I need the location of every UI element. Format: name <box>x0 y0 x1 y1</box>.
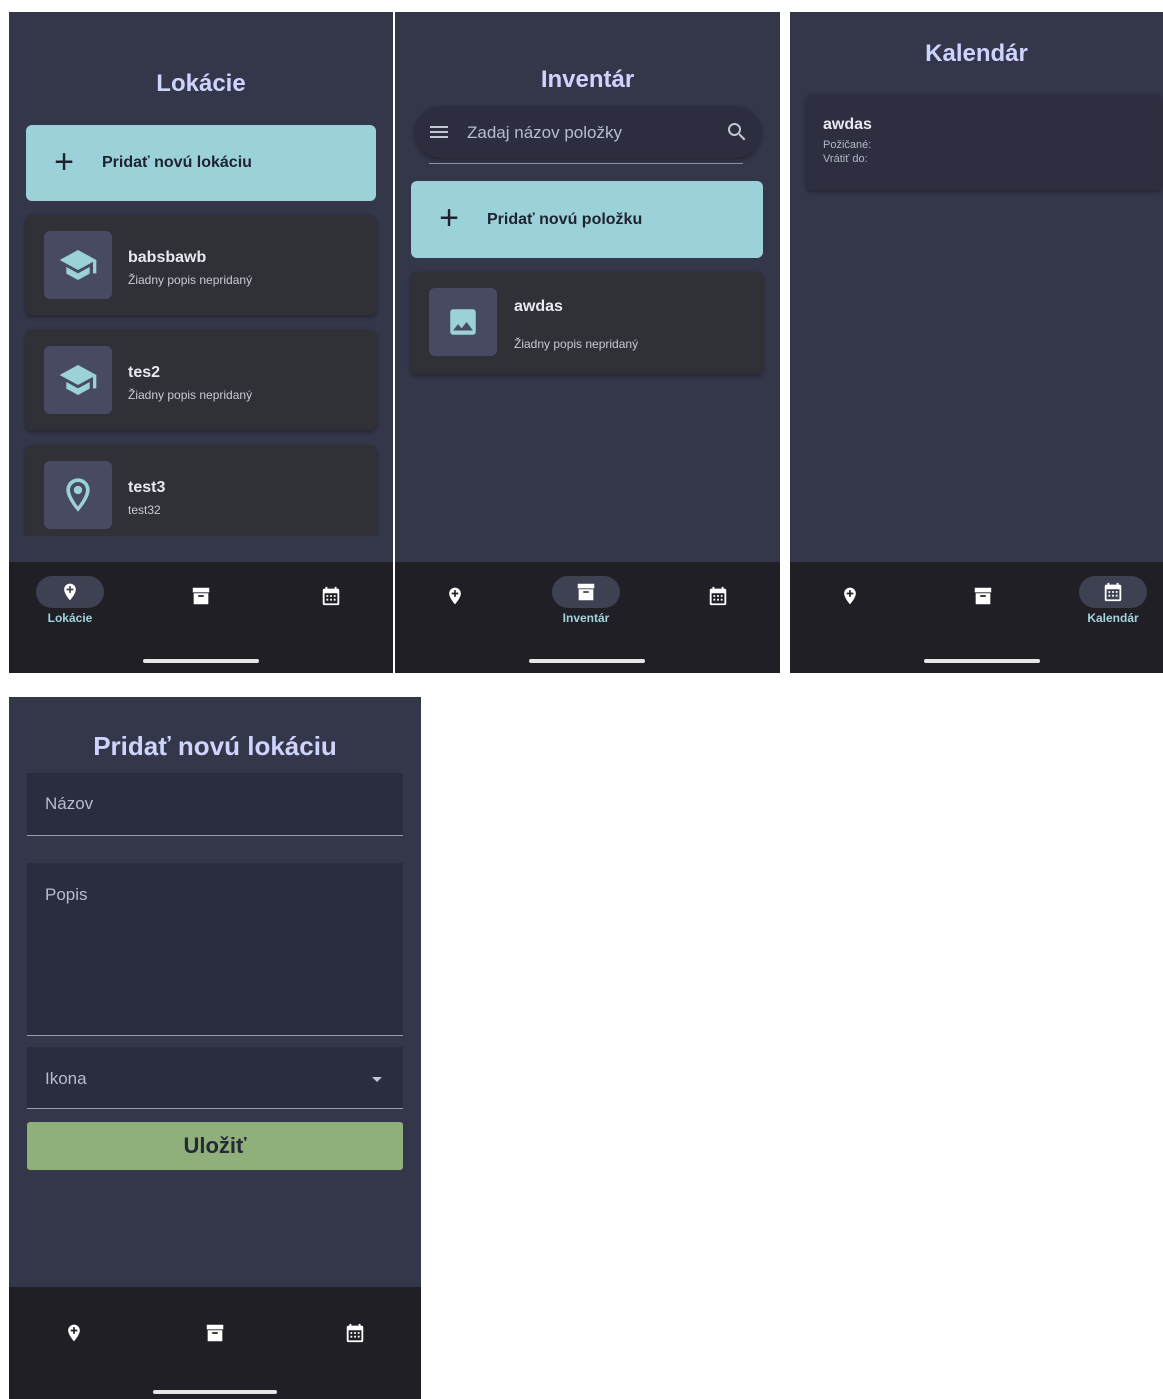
add-location-icon <box>449 587 461 605</box>
nav-inventory[interactable] <box>181 1317 249 1349</box>
nav-calendar[interactable]: Kalendár <box>1079 576 1147 625</box>
calendar-icon <box>346 1323 364 1343</box>
location-description: Žiadny popis nepridaný <box>128 273 253 287</box>
school-icon <box>44 231 112 299</box>
add-location-icon <box>64 583 76 601</box>
plus-icon: + <box>439 199 459 237</box>
location-name: babsbawb <box>128 249 207 266</box>
bottom-navbar: Inventár <box>395 562 780 673</box>
location-name: tes2 <box>128 364 161 381</box>
description-field-label: Popis <box>45 885 88 904</box>
borrowed-label: Požičané: <box>823 139 872 151</box>
location-pin-icon <box>44 461 112 529</box>
page-title: Lokácie <box>156 70 246 97</box>
search-icon[interactable] <box>725 120 749 144</box>
nav-inventory-label: Inventár <box>562 611 610 625</box>
nav-inventory-pill <box>552 576 620 608</box>
name-field[interactable]: Názov <box>27 773 403 836</box>
nav-locations-pill <box>40 1317 108 1349</box>
icon-select-label: Ikona <box>45 1069 87 1088</box>
nav-inventory[interactable]: Inventár <box>552 576 620 625</box>
school-icon <box>44 346 112 414</box>
nav-inventory-pill <box>167 580 235 612</box>
calendar-icon <box>322 586 340 606</box>
page-title: Kalendár <box>925 40 1028 67</box>
nav-inventory[interactable] <box>167 580 235 612</box>
plus-icon: + <box>54 142 74 181</box>
archive-icon <box>206 1324 224 1342</box>
nav-locations-pill <box>816 580 884 612</box>
name-field-label: Názov <box>45 794 94 813</box>
location-name: test3 <box>128 479 166 496</box>
nav-locations-label: Lokácie <box>47 611 93 625</box>
calendar-screen: Kalendár awdas Požičané: Vrátiť do: Kale… <box>790 12 1163 673</box>
icon-select[interactable]: Ikona <box>27 1047 403 1109</box>
nav-calendar-pill <box>684 580 752 612</box>
inventory-card-awdas[interactable]: awdas Žiadny popis nepridaný <box>411 272 763 374</box>
bottom-navbar: Kalendár <box>790 562 1163 673</box>
location-description: test32 <box>128 503 161 517</box>
home-indicator[interactable] <box>924 659 1040 663</box>
description-field[interactable]: Popis <box>27 863 403 1036</box>
search-underline <box>429 163 743 164</box>
home-indicator[interactable] <box>143 659 259 663</box>
nav-calendar[interactable] <box>684 580 752 612</box>
save-button[interactable]: Uložiť <box>27 1122 403 1170</box>
return-label: Vrátiť do: <box>823 153 868 165</box>
page-title: Pridať novú lokáciu <box>93 731 337 761</box>
locations-screen: Lokácie + Pridať novú lokáciu babsbawb Ž… <box>9 12 393 673</box>
location-card-babsbawb[interactable]: babsbawb Žiadny popis nepridaný <box>26 215 376 315</box>
location-description: Žiadny popis nepridaný <box>128 388 253 402</box>
calendar-icon <box>709 586 727 606</box>
nav-calendar[interactable] <box>321 1317 389 1349</box>
nav-calendar-pill <box>297 580 365 612</box>
nav-inventory[interactable] <box>949 580 1017 612</box>
loan-item-name: awdas <box>823 116 872 133</box>
nav-inventory-pill <box>181 1317 249 1349</box>
loan-card-awdas[interactable]: awdas Požičané: Vrátiť do: <box>806 94 1162 190</box>
add-location-label: Pridať novú lokáciu <box>102 154 252 171</box>
bottom-navbar <box>9 1287 421 1399</box>
archive-icon <box>192 587 210 605</box>
calendar-icon <box>1104 582 1122 602</box>
add-item-label: Pridať novú položku <box>487 210 643 228</box>
nav-calendar-pill <box>321 1317 389 1349</box>
add-item-button[interactable]: + Pridať novú položku <box>411 181 763 258</box>
add-location-icon <box>68 1324 80 1342</box>
nav-locations[interactable]: Lokácie <box>36 576 104 625</box>
page-title: Inventár <box>540 66 635 93</box>
item-name: awdas <box>514 298 563 315</box>
nav-calendar-label: Kalendár <box>1087 611 1139 625</box>
nav-inventory-pill <box>949 580 1017 612</box>
add-location-screen: Pridať novú lokáciu Názov Popis Ikona Ul… <box>9 697 421 1399</box>
dropdown-arrow-icon[interactable] <box>365 1067 389 1091</box>
archive-icon <box>974 587 992 605</box>
nav-calendar[interactable] <box>297 580 365 612</box>
archive-icon <box>577 583 595 601</box>
add-location-icon <box>844 587 856 605</box>
nav-calendar-pill <box>1079 576 1147 608</box>
menu-icon[interactable] <box>427 120 451 144</box>
home-indicator[interactable] <box>529 659 645 663</box>
nav-locations[interactable] <box>421 580 489 612</box>
nav-locations-pill <box>421 580 489 612</box>
nav-locations-pill <box>36 576 104 608</box>
inventory-screen: Inventár Zadaj názov položky + Pridať no… <box>395 12 780 673</box>
search-input[interactable]: Zadaj názov položky <box>467 123 622 143</box>
image-icon <box>429 288 497 356</box>
add-location-button[interactable]: + Pridať novú lokáciu <box>26 125 376 201</box>
nav-locations[interactable] <box>816 580 884 612</box>
location-card-tes2[interactable]: tes2 Žiadny popis nepridaný <box>26 330 376 430</box>
item-description: Žiadny popis nepridaný <box>514 337 639 351</box>
nav-locations[interactable] <box>40 1317 108 1349</box>
location-card-test3[interactable]: test3 test32 <box>26 445 376 545</box>
bottom-navbar: Lokácie <box>9 562 393 673</box>
home-indicator[interactable] <box>153 1390 277 1394</box>
list-clip <box>9 536 393 562</box>
search-bar[interactable]: Zadaj názov položky <box>415 106 761 158</box>
